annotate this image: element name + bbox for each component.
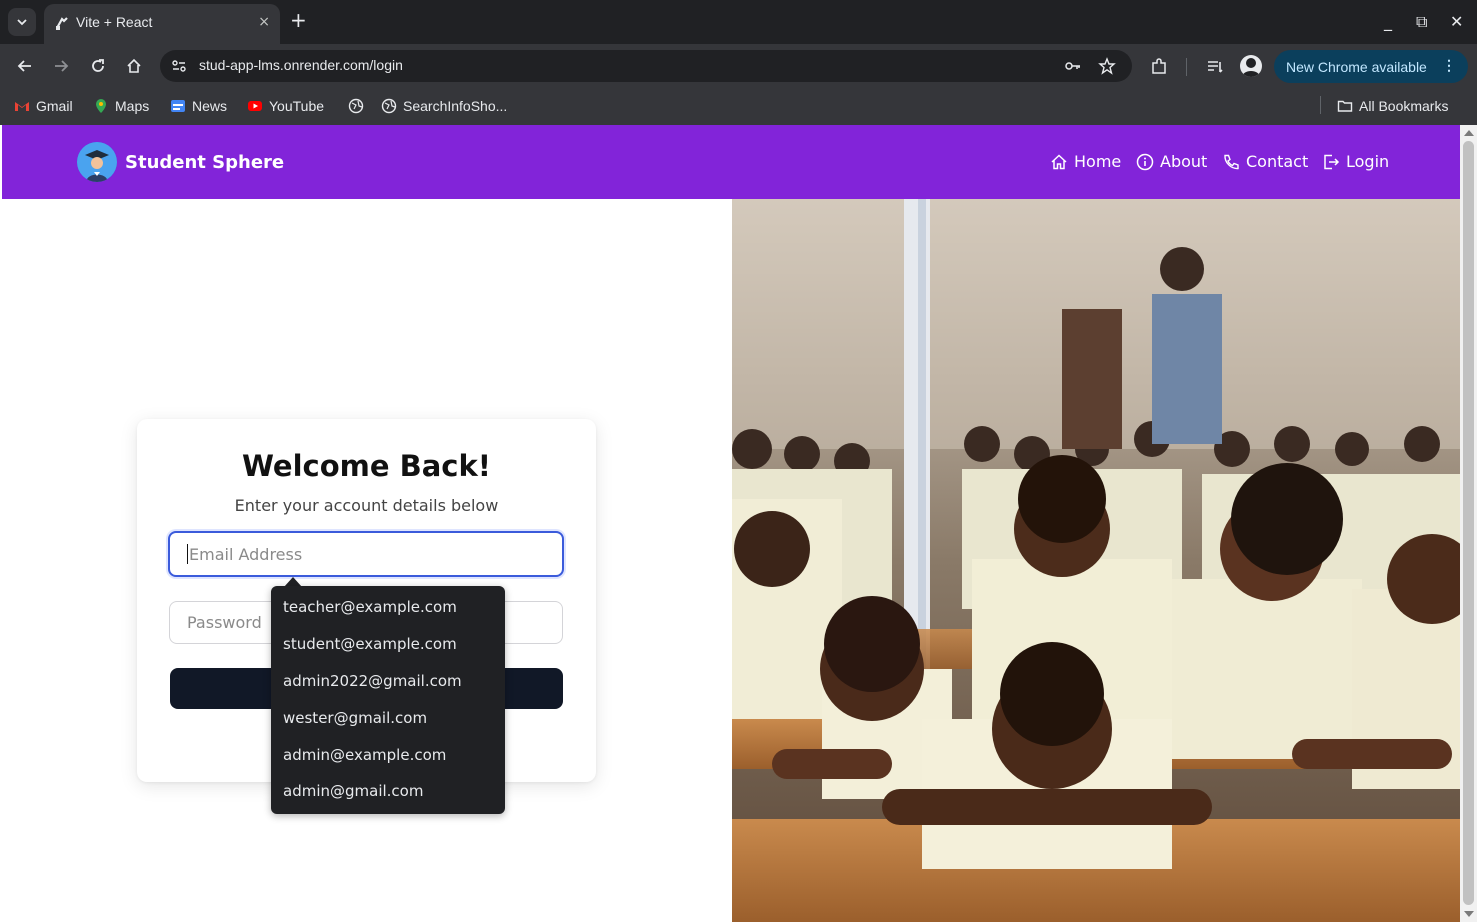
globe-icon xyxy=(381,98,397,114)
nav-login-label: Login xyxy=(1346,152,1390,171)
forward-icon xyxy=(55,60,69,72)
nav-about-label: About xyxy=(1160,152,1208,171)
tab-favicon-icon xyxy=(56,17,68,30)
chevron-down-icon xyxy=(17,19,27,26)
reload-button[interactable] xyxy=(87,55,109,77)
page-scrollbar[interactable] xyxy=(1460,125,1477,922)
site-info-icon[interactable] xyxy=(170,57,188,75)
nav-contact-label: Contact xyxy=(1246,152,1309,171)
url-text: stud-app-lms.onrender.com/login xyxy=(199,57,403,73)
close-window-button[interactable]: ✕ xyxy=(1450,12,1463,31)
graduate-avatar-icon xyxy=(77,142,117,182)
star-icon[interactable] xyxy=(1098,57,1116,75)
bookmark-youtube[interactable]: YouTube xyxy=(247,96,324,116)
reload-icon xyxy=(92,59,104,72)
tab-search-button[interactable] xyxy=(8,8,36,36)
nav-home-label: Home xyxy=(1074,152,1122,171)
autofill-suggestion[interactable]: admin2022@gmail.com xyxy=(283,672,462,690)
key-icon[interactable] xyxy=(1064,57,1082,75)
forward-button[interactable] xyxy=(50,55,72,77)
home-icon xyxy=(1051,153,1067,169)
nav-login[interactable]: Login xyxy=(1322,152,1389,171)
nav-about[interactable]: About xyxy=(1136,152,1207,171)
autofill-suggestion[interactable]: teacher@example.com xyxy=(283,598,457,616)
new-chrome-label: New Chrome available xyxy=(1286,58,1427,75)
new-tab-button[interactable]: + xyxy=(290,10,307,30)
classroom-photo xyxy=(732,199,1460,922)
globe-icon xyxy=(348,98,364,114)
scroll-up-arrow[interactable] xyxy=(1464,130,1474,136)
bookmark-globe[interactable] xyxy=(348,96,364,116)
extensions-icon[interactable] xyxy=(1149,57,1169,77)
nav-contact[interactable]: Contact xyxy=(1222,152,1308,171)
bookmark-label: SearchInfoSho... xyxy=(403,98,508,114)
brand-name[interactable]: Student Sphere xyxy=(125,152,284,173)
autofill-suggestion[interactable]: student@example.com xyxy=(283,635,457,653)
app-navbar: Student Sphere Home About Contact Login xyxy=(2,125,1460,199)
login-title: Welcome Back! xyxy=(241,449,492,483)
autofill-suggestion[interactable]: admin@example.com xyxy=(283,746,446,764)
bookmark-searchinfosho[interactable]: SearchInfoSho... xyxy=(381,96,507,116)
youtube-icon xyxy=(248,101,262,111)
bookmark-news[interactable]: News xyxy=(170,96,227,116)
new-chrome-available-button[interactable]: New Chrome available ⋮ xyxy=(1274,50,1468,83)
tab-title: Vite + React xyxy=(76,14,153,30)
email-input[interactable]: Email Address xyxy=(168,531,564,577)
profile-avatar[interactable] xyxy=(1240,55,1262,77)
bookmark-label: Gmail xyxy=(36,98,73,114)
profile-icon xyxy=(1242,58,1260,77)
maps-icon xyxy=(96,99,106,113)
back-icon xyxy=(17,60,31,72)
nav-home[interactable]: Home xyxy=(1050,152,1121,171)
bookmark-gmail[interactable]: Gmail xyxy=(14,96,73,116)
restore-button[interactable]: ⧉ xyxy=(1416,12,1427,32)
tab-close-button[interactable]: × xyxy=(258,14,270,30)
browser-chrome: Vite + React × + _ ⧉ ✕ stud-app-lms.onre… xyxy=(0,0,1477,125)
info-icon xyxy=(1136,153,1154,170)
login-subtitle: Enter your account details below xyxy=(234,496,499,515)
bookmark-maps[interactable]: Maps xyxy=(93,96,149,116)
bookmark-label: YouTube xyxy=(269,98,325,114)
email-placeholder: Email Address xyxy=(189,544,303,564)
scroll-down-arrow[interactable] xyxy=(1464,911,1474,917)
bookmark-label: News xyxy=(192,98,228,114)
phone-icon xyxy=(1224,154,1239,169)
browser-tab[interactable]: Vite + React × xyxy=(44,4,280,44)
back-button[interactable] xyxy=(14,55,36,77)
all-bookmarks-button[interactable]: All Bookmarks xyxy=(1337,96,1448,116)
brand-logo[interactable] xyxy=(77,142,117,182)
tab-strip: Vite + React × + _ ⧉ ✕ xyxy=(0,0,1477,44)
scroll-thumb[interactable] xyxy=(1463,141,1474,905)
home-button[interactable] xyxy=(123,55,145,77)
bookmarks-divider xyxy=(1320,96,1321,114)
gmail-icon xyxy=(15,102,29,111)
address-bar[interactable]: stud-app-lms.onrender.com/login xyxy=(160,50,1132,82)
autofill-suggestion[interactable]: admin@gmail.com xyxy=(283,782,423,800)
text-caret xyxy=(187,544,188,564)
toolbar-divider xyxy=(1186,58,1187,76)
bookmark-label: Maps xyxy=(115,98,150,114)
home-icon xyxy=(127,58,141,73)
minimize-button[interactable]: _ xyxy=(1384,12,1392,31)
bookmark-label: All Bookmarks xyxy=(1359,98,1449,114)
password-placeholder: Password xyxy=(187,613,262,632)
folder-icon xyxy=(1337,100,1353,112)
chrome-menu-icon[interactable]: ⋮ xyxy=(1442,57,1456,74)
reading-list-icon[interactable] xyxy=(1205,57,1225,77)
login-icon xyxy=(1324,154,1340,169)
autofill-suggestion[interactable]: wester@gmail.com xyxy=(283,709,427,727)
bookmarks-bar: Gmail Maps News YouTube SearchInfoSho...… xyxy=(0,88,1477,125)
students-image xyxy=(732,199,1460,922)
news-icon xyxy=(171,100,185,112)
autofill-dropdown: teacher@example.com student@example.com … xyxy=(271,586,505,814)
browser-toolbar: stud-app-lms.onrender.com/login New Chro… xyxy=(0,44,1477,88)
